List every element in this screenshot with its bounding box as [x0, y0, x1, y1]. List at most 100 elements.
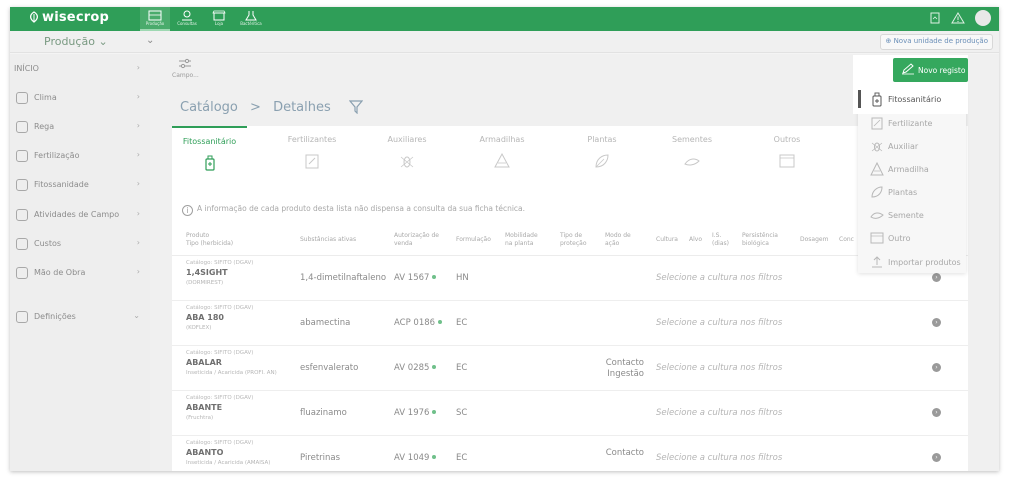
th-mobilidade[interactable]: Mobilidade na planta — [505, 232, 547, 248]
tab-label: Outros — [773, 135, 801, 144]
sliders-icon — [179, 58, 192, 69]
document-icon[interactable] — [929, 12, 941, 24]
breadcrumb: Catálogo > Detalhes — [180, 100, 364, 118]
th-conc[interactable]: Conc — [839, 236, 854, 244]
tab-sementes[interactable]: Sementes — [652, 126, 732, 178]
menu-item-armadilha[interactable]: Armadilha — [858, 157, 966, 180]
row-product-sub: (Fruchtra) — [186, 415, 214, 421]
th-is[interactable]: I.S. (dias) — [712, 232, 734, 248]
sidebar-item-fitossanidade[interactable]: Fitossanidade › — [10, 174, 150, 196]
th-formulacao[interactable]: Formulação — [456, 236, 491, 244]
th-persistencia[interactable]: Persistência biológica — [742, 232, 787, 248]
campo-button[interactable]: Campo... — [172, 58, 199, 79]
th-substancias[interactable]: Substâncias ativas — [300, 236, 356, 244]
production-select[interactable]: Produção ⌄ — [44, 35, 108, 48]
table-row[interactable]: Catálogo: SIFITO (DGAV) ABANTE (Fruchtra… — [172, 392, 968, 436]
chevron-right-icon: › — [136, 267, 140, 276]
sidebar-item-fertilizacao[interactable]: Fertilização › — [10, 145, 150, 167]
novo-registo-button[interactable]: Novo registo — [893, 58, 968, 82]
sidebar-item-rega[interactable]: Rega › — [10, 116, 150, 138]
collapse-sidebar-icon[interactable]: ⌄ — [146, 35, 154, 46]
row-arrow-icon[interactable]: › — [932, 453, 941, 462]
tab-armadilhas[interactable]: Armadilhas — [457, 126, 547, 178]
top-bar: wisecrop Produção Consultas Loja Bactéri… — [10, 7, 999, 31]
menu-item-outro[interactable]: Outro — [858, 226, 966, 249]
row-product-name[interactable]: 1,4SIGHT — [186, 268, 228, 277]
menu-item-fitossanitario[interactable]: Fitossanitário — [858, 87, 966, 111]
row-authorization-value: AV 1976 — [394, 408, 430, 418]
sidebar-item-inicio[interactable]: INÍCIO › — [10, 58, 150, 80]
th-tipo-protecao[interactable]: Tipo de proteção — [560, 232, 594, 248]
field-icon — [148, 10, 162, 21]
tab-label: Fitossanitário — [182, 137, 237, 146]
filter-icon[interactable] — [348, 100, 364, 118]
nav-tab-consultas[interactable]: Consultas — [172, 7, 202, 31]
row-cultura-hint: Selecione a cultura nos filtros — [656, 363, 783, 373]
th-dosagem[interactable]: Dosagem — [800, 236, 828, 244]
nav-tab-bacteritica[interactable]: Bactéritica — [236, 7, 266, 31]
sidebar-item-label: INÍCIO — [14, 64, 39, 73]
plant-leaf-icon — [595, 154, 609, 168]
menu-item-plantas[interactable]: Plantas — [858, 180, 966, 203]
sidebar-item-atividades[interactable]: Atividades de Campo › — [10, 204, 150, 226]
tab-fertilizantes[interactable]: Fertilizantes — [272, 126, 352, 178]
table-row[interactable]: Catálogo: SIFITO (DGAV) ABA 180 (KOFLEX)… — [172, 302, 968, 346]
coin-icon — [16, 238, 28, 250]
user-avatar[interactable] — [975, 10, 991, 26]
table-row[interactable]: Catálogo: SIFITO (DGAV) ABALAR Inseticid… — [172, 347, 968, 391]
row-arrow-icon[interactable]: › — [932, 363, 941, 372]
menu-item-semente[interactable]: Semente — [858, 203, 966, 226]
sidebar-item-label: Definições — [34, 312, 76, 321]
row-authorization: AV 1049 — [394, 453, 437, 463]
nova-unidade-button[interactable]: ⊕ Nova unidade de produção — [880, 34, 993, 50]
sidebar-item-definicoes[interactable]: Definições ⌄ — [10, 306, 150, 328]
row-product-name[interactable]: ABANTE — [186, 403, 222, 412]
sidebar-item-mao-de-obra[interactable]: Mão de Obra › — [10, 262, 150, 284]
pest-icon — [16, 179, 28, 191]
th-tipo-label: Tipo (herbicida) — [186, 240, 234, 247]
worker-icon — [16, 267, 28, 279]
table-row[interactable]: Catálogo: SIFITO (DGAV) 1,4SIGHT (DORMIR… — [172, 257, 968, 301]
sidebar-item-custos[interactable]: Custos › — [10, 233, 150, 255]
th-produto-label: Produto — [186, 232, 210, 239]
sidebar-item-clima[interactable]: Clima › — [10, 87, 150, 109]
th-produto[interactable]: Produto Tipo (herbicida) — [186, 232, 233, 248]
row-arrow-icon[interactable]: › — [932, 273, 941, 282]
app-window: wisecrop Produção Consultas Loja Bactéri… — [10, 7, 999, 471]
tab-outros[interactable]: Outros — [747, 126, 827, 178]
tab-fitossanitario[interactable]: Fitossanitário — [172, 126, 247, 178]
nav-tab-producao[interactable]: Produção — [140, 7, 170, 31]
menu-item-auxiliar[interactable]: Auxiliar — [858, 134, 966, 157]
row-product-name[interactable]: ABANTO — [186, 448, 223, 457]
th-alvo[interactable]: Alvo — [689, 236, 702, 244]
novo-registo-label: Novo registo — [918, 66, 966, 75]
cloud-icon — [16, 92, 28, 104]
row-substance: abamectina — [300, 318, 351, 328]
menu-item-fertilizante[interactable]: Fertilizante — [858, 111, 966, 134]
row-product-name[interactable]: ABA 180 — [186, 313, 224, 322]
th-modo-acao[interactable]: Modo de ação — [605, 232, 639, 248]
row-product-name[interactable]: ABALAR — [186, 358, 222, 367]
menu-item-label: Importar produtos — [888, 258, 961, 267]
sidebar: INÍCIO › Clima › Rega › Fertilização › F… — [10, 54, 150, 471]
menu-item-importar[interactable]: Importar produtos — [858, 250, 966, 273]
chevron-right-icon: › — [136, 179, 140, 188]
th-autorizacao[interactable]: Autorização de venda — [394, 232, 449, 248]
plant-leaf-icon — [871, 186, 883, 198]
tab-auxiliares[interactable]: Auxiliares — [367, 126, 447, 178]
nav-tab-label: Bactéritica — [240, 21, 262, 26]
logo[interactable]: wisecrop — [28, 10, 109, 25]
tab-label: Auxiliares — [387, 135, 427, 144]
row-arrow-icon[interactable]: › — [932, 318, 941, 327]
table-row[interactable]: Catálogo: SIFITO (DGAV) ABANTO Inseticid… — [172, 437, 968, 471]
upload-icon — [872, 256, 882, 268]
th-cultura[interactable]: Cultura — [656, 236, 678, 244]
pencil-icon — [902, 63, 914, 75]
tab-plantas[interactable]: Plantas — [562, 126, 642, 178]
warning-icon[interactable] — [951, 12, 965, 24]
row-authorization: AV 0285 — [394, 363, 437, 373]
breadcrumb-catalogo[interactable]: Catálogo — [180, 100, 238, 115]
row-arrow-icon[interactable]: › — [932, 408, 941, 417]
logo-text: wisecrop — [42, 10, 109, 25]
nav-tab-loja[interactable]: Loja — [204, 7, 234, 31]
